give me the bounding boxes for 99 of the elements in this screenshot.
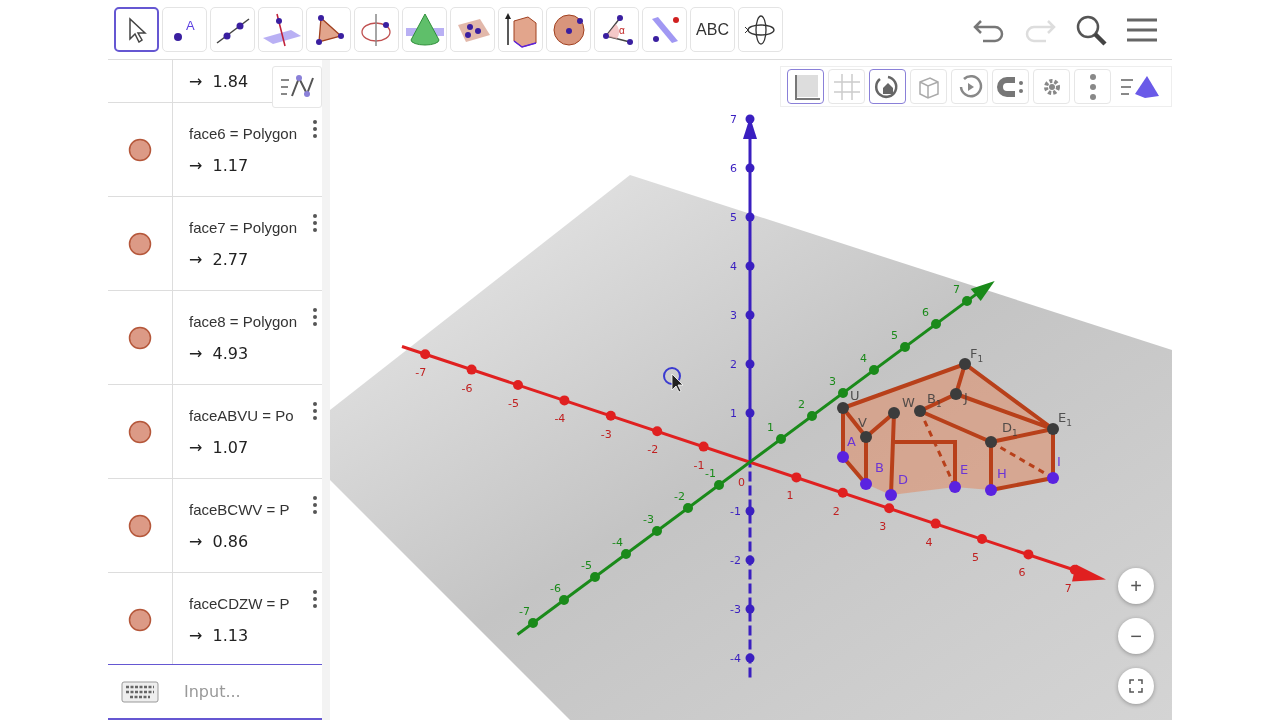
algebra-value: → 1.17 — [189, 155, 249, 175]
more-icon — [1088, 72, 1097, 101]
axis-label: 4 — [860, 352, 867, 365]
axis-label: -3 — [643, 513, 654, 526]
axis-label: -1 — [730, 505, 741, 518]
algebra-value: → 4.93 — [189, 343, 249, 363]
axis-label: -2 — [674, 490, 685, 503]
search-icon — [1075, 13, 1107, 46]
axis-label: -3 — [600, 427, 612, 441]
point-label: J — [964, 390, 968, 405]
point-label: E$_{1}$ — [1058, 410, 1072, 428]
more-icon[interactable] — [312, 589, 318, 609]
algebra-definition: face8 = Polygon — [189, 312, 297, 330]
axis-label: 2 — [798, 398, 805, 411]
arrow-cursor-icon — [126, 16, 147, 43]
axis-label: -4 — [730, 652, 741, 665]
more-icon[interactable] — [312, 213, 318, 233]
algebra-value: → 1.07 — [189, 437, 249, 457]
point-label: D$_{1}$ — [1002, 420, 1018, 438]
more-icon[interactable] — [312, 307, 318, 327]
axis-label: -2 — [647, 443, 659, 457]
point-label: A — [847, 434, 856, 449]
axis-label: -7 — [415, 366, 427, 380]
axis-label: 5 — [730, 211, 737, 224]
axis-label: -5 — [581, 559, 592, 572]
algebra-value: → 2.77 — [189, 249, 249, 269]
more-icon[interactable] — [312, 401, 318, 421]
axis-label: 6 — [730, 162, 737, 175]
point-label: B$_{1}$ — [927, 391, 942, 409]
axis-label: 7 — [953, 283, 960, 296]
algebra-value: → 0.86 — [189, 531, 249, 551]
axis-label: -5 — [508, 397, 519, 410]
axis-label: 3 — [879, 520, 887, 534]
point-label: V — [858, 415, 867, 430]
point-label: E — [960, 462, 969, 477]
rotate-view-icon — [744, 12, 777, 47]
axis-label: 2 — [730, 358, 737, 371]
visibility-toggle[interactable] — [128, 325, 152, 350]
point-label: B — [875, 460, 884, 475]
cone-icon — [405, 11, 444, 48]
algebra-definition: faceCDZW = P — [189, 594, 290, 612]
keyboard-icon — [121, 680, 159, 703]
circle-around-axis-icon — [359, 11, 394, 48]
tool-button[interactable] — [114, 7, 159, 52]
point-label: I — [1057, 454, 1061, 469]
algebra-definition: faceBCWV = P — [189, 500, 290, 518]
more-icon[interactable] — [312, 495, 318, 515]
tool-button[interactable]: ABC — [690, 7, 735, 52]
axis-label: 1 — [767, 421, 774, 434]
more-icon[interactable] — [312, 119, 318, 139]
axis-label: 3 — [829, 375, 836, 388]
algebra-definition: face6 = Polygon — [189, 124, 297, 142]
point-label: H — [997, 466, 1007, 481]
axis-label: 5 — [891, 329, 898, 342]
axis-label: 4 — [730, 260, 737, 273]
graph-icon — [279, 74, 315, 100]
visibility-toggle[interactable] — [128, 513, 152, 538]
visibility-toggle[interactable] — [128, 137, 152, 162]
fullscreen-icon — [1129, 679, 1143, 693]
tool-button[interactable]: A — [162, 7, 207, 52]
axis-label: 0 — [738, 476, 745, 489]
axis-label: 1 — [730, 407, 737, 420]
axis-label: 7 — [730, 113, 737, 126]
point-label: U — [850, 388, 860, 403]
tool-button[interactable]: α — [594, 7, 639, 52]
axis-label: 7 — [1064, 581, 1072, 595]
visibility-toggle[interactable] — [128, 607, 152, 632]
point-label: D — [898, 472, 908, 487]
algebra-definition: face7 = Polygon — [189, 218, 297, 236]
algebra-definition: faceABVU = Po — [189, 406, 294, 424]
axis-label: 4 — [925, 535, 933, 549]
axis-label: -2 — [730, 554, 741, 567]
axis-label: -6 — [550, 582, 561, 595]
axis-label: -4 — [612, 536, 623, 549]
point-label: F$_{1}$ — [970, 346, 984, 364]
visibility-toggle[interactable] — [128, 419, 152, 444]
axis-label: -1 — [693, 458, 705, 472]
sphere-icon — [551, 12, 586, 47]
algebra-value: → 1.13 — [189, 625, 249, 645]
axis-label: 1 — [786, 489, 794, 503]
axis-label: -7 — [519, 605, 530, 618]
axis-label: 5 — [972, 551, 979, 564]
axis-label: 2 — [832, 504, 840, 518]
menu-icon — [1126, 16, 1158, 43]
algebra-value: → 1.84 — [189, 71, 249, 91]
grid-icon — [833, 73, 860, 100]
axis-label: 3 — [730, 309, 737, 322]
style-bar-button[interactable] — [869, 69, 906, 104]
axis-label: -1 — [705, 467, 716, 480]
point-label: W — [902, 395, 915, 410]
axis-label: -3 — [730, 603, 741, 616]
axis-label: -6 — [461, 381, 473, 395]
axis-label: 6 — [922, 306, 929, 319]
style-bar-button[interactable] — [787, 69, 824, 104]
visibility-toggle[interactable] — [128, 231, 152, 256]
pointer-cursor-icon — [663, 367, 684, 393]
algebra-view-toggle[interactable] — [272, 66, 322, 108]
axis-label: -4 — [554, 412, 566, 426]
axis-label: 6 — [1018, 566, 1026, 580]
